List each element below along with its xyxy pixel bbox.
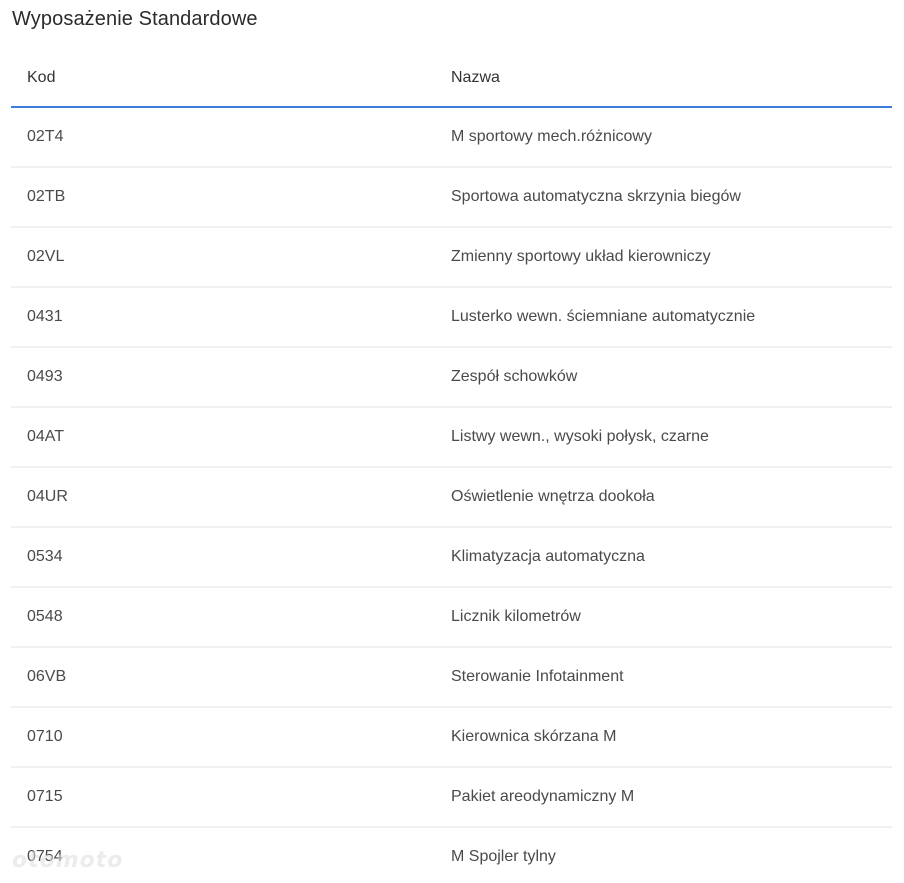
- cell-nazwa: Oświetlenie wnętrza dookoła: [451, 488, 655, 505]
- cell-kod: 0710: [27, 728, 63, 745]
- table-row: 06VB Sterowanie Infotainment: [11, 648, 892, 708]
- table-row: 0548 Licznik kilometrów: [11, 588, 892, 648]
- cell-nazwa: Klimatyzacja automatyczna: [451, 548, 645, 565]
- cell-kod: 06VB: [27, 668, 67, 685]
- table-row: 0715 Pakiet areodynamiczny M: [11, 768, 892, 828]
- table-row: 04UR Oświetlenie wnętrza dookoła: [11, 468, 892, 528]
- cell-kod: 02TB: [27, 188, 66, 205]
- column-header-nazwa: Nazwa: [451, 68, 500, 86]
- table-row: 04AT Listwy wewn., wysoki połysk, czarne: [11, 408, 892, 468]
- cell-kod: 0715: [27, 788, 63, 805]
- table-row: 0710 Kierownica skórzana M: [11, 708, 892, 768]
- cell-kod: 02VL: [27, 248, 65, 265]
- cell-kod: 0548: [27, 608, 63, 625]
- column-header-kod: Kod: [27, 68, 56, 86]
- cell-kod: 04AT: [27, 428, 65, 445]
- equipment-table: Kod Nazwa 02T4 M sportowy mech.różnicowy 0…: [11, 49, 892, 883]
- table-body: 02T4 M sportowy mech.różnicowy 02TB Sportow…: [11, 108, 892, 883]
- cell-nazwa: Sterowanie Infotainment: [451, 668, 624, 685]
- cell-nazwa: Licznik kilometrów: [451, 608, 581, 625]
- cell-nazwa: Kierownica skórzana M: [451, 728, 617, 745]
- cell-nazwa: M Spojler tylny: [451, 848, 556, 865]
- cell-kod: 04UR: [27, 488, 68, 505]
- cell-kod: 0493: [27, 368, 63, 385]
- page-title: Wyposażenie Standardowe: [12, 8, 258, 30]
- table-row: 0754 M Spojler tylny: [11, 828, 892, 883]
- table-header: Kod Nazwa: [11, 49, 892, 108]
- table-row: 02VL Zmienny sportowy układ kierowniczy: [11, 228, 892, 288]
- table-row: 0431 Lusterko wewn. ściemniane automatycz…: [11, 288, 892, 348]
- table-row: 02T4 M sportowy mech.różnicowy: [11, 108, 892, 168]
- table-row: 0534 Klimatyzacja automatyczna: [11, 528, 892, 588]
- cell-nazwa: Pakiet areodynamiczny M: [451, 788, 635, 805]
- table-row: 0493 Zespół schowków: [11, 348, 892, 408]
- cell-kod: 02T4: [27, 128, 64, 145]
- cell-nazwa: Listwy wewn., wysoki połysk, czarne: [451, 428, 709, 445]
- table-row: 02TB Sportowa automatyczna skrzynia biegó…: [11, 168, 892, 228]
- cell-kod: 0754: [27, 848, 63, 865]
- cell-nazwa: Lusterko wewn. ściemniane automatycznie: [451, 308, 756, 325]
- cell-nazwa: Sportowa automatyczna skrzynia biegów: [451, 188, 741, 205]
- cell-nazwa: Zmienny sportowy układ kierowniczy: [451, 248, 711, 265]
- cell-nazwa: Zespół schowków: [451, 368, 578, 385]
- cell-kod: 0431: [27, 308, 63, 325]
- cell-kod: 0534: [27, 548, 63, 565]
- cell-nazwa: M sportowy mech.różnicowy: [451, 128, 652, 145]
